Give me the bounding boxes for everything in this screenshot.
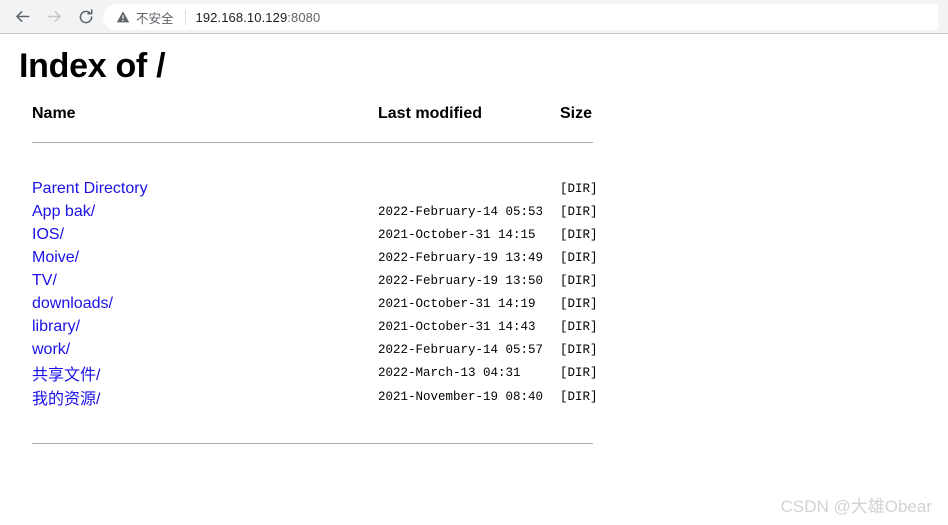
security-status-label: 不安全	[136, 8, 174, 27]
cell-size: [DIR]	[560, 385, 593, 409]
cell-name: library/	[32, 315, 378, 338]
url-port: :8080	[287, 10, 320, 25]
reload-button[interactable]	[71, 2, 101, 32]
cell-size: [DIR]	[560, 269, 593, 292]
column-header-last-modified[interactable]: Last modified	[378, 105, 560, 131]
page-title: Index of /	[19, 47, 165, 86]
footer-spacer-cell	[32, 409, 593, 432]
directory-listing: Name Last modified Size Parent Directory…	[32, 105, 593, 455]
cell-last-modified: 2022-February-14 05:57	[378, 338, 560, 361]
column-header-size[interactable]: Size	[560, 105, 593, 131]
table-row: TV/2022-February-19 13:50[DIR]	[32, 269, 593, 292]
directory-link[interactable]: downloads/	[32, 295, 113, 312]
watermark: CSDN @大雄Obear	[781, 492, 932, 517]
cell-size: [DIR]	[560, 246, 593, 269]
cell-last-modified: 2021-October-31 14:43	[378, 315, 560, 338]
cell-size: [DIR]	[560, 177, 593, 200]
cell-last-modified: 2022-February-19 13:49	[378, 246, 560, 269]
arrow-left-icon	[13, 7, 32, 26]
back-button[interactable]	[7, 2, 37, 32]
cell-name: 我的资源/	[32, 385, 378, 409]
directory-listing-table: Name Last modified Size Parent Directory…	[32, 105, 593, 455]
cell-name: Moive/	[32, 246, 378, 269]
table-row: downloads/2021-October-31 14:19[DIR]	[32, 292, 593, 315]
cell-last-modified: 2021-November-19 08:40	[378, 385, 560, 409]
cell-size: [DIR]	[560, 361, 593, 385]
security-status-chip[interactable]: 不安全	[116, 8, 174, 27]
table-row: IOS/2021-October-31 14:15[DIR]	[32, 223, 593, 246]
cell-name: downloads/	[32, 292, 378, 315]
forward-button	[39, 2, 69, 32]
cell-last-modified	[378, 177, 560, 200]
table-row: work/2022-February-14 05:57[DIR]	[32, 338, 593, 361]
cell-name: Parent Directory	[32, 177, 378, 200]
reload-icon	[77, 8, 95, 26]
directory-link[interactable]: TV/	[32, 272, 57, 289]
table-row: library/2021-October-31 14:43[DIR]	[32, 315, 593, 338]
cell-last-modified: 2022-February-14 05:53	[378, 200, 560, 223]
directory-link[interactable]: work/	[32, 341, 70, 358]
directory-link[interactable]: IOS/	[32, 226, 64, 243]
arrow-right-icon	[45, 7, 64, 26]
directory-link[interactable]: Parent Directory	[32, 180, 148, 197]
footer-spacer-row	[32, 409, 593, 432]
directory-listing-body: Parent Directory[DIR]App bak/2022-Februa…	[32, 177, 593, 409]
warning-triangle-icon	[116, 10, 130, 24]
horizontal-rule-top	[32, 142, 593, 143]
cell-name: 共享文件/	[32, 361, 378, 385]
cell-size: [DIR]	[560, 338, 593, 361]
cell-size: [DIR]	[560, 223, 593, 246]
cell-last-modified: 2022-February-19 13:50	[378, 269, 560, 292]
header-rule-row	[32, 131, 593, 154]
cell-last-modified: 2021-October-31 14:19	[378, 292, 560, 315]
header-spacer-row	[32, 154, 593, 177]
directory-link[interactable]: App bak/	[32, 203, 95, 220]
cell-name: App bak/	[32, 200, 378, 223]
url-host: 192.168.10.129	[196, 10, 288, 25]
cell-name: work/	[32, 338, 378, 361]
table-header-row: Name Last modified Size	[32, 105, 593, 131]
cell-size: [DIR]	[560, 315, 593, 338]
cell-last-modified: 2021-October-31 14:15	[378, 223, 560, 246]
cell-size: [DIR]	[560, 292, 593, 315]
directory-link[interactable]: library/	[32, 318, 80, 335]
header-rule-cell	[32, 131, 593, 154]
directory-link[interactable]: 我的资源/	[32, 391, 100, 408]
footer-rule-row	[32, 432, 593, 455]
cell-name: IOS/	[32, 223, 378, 246]
column-header-name[interactable]: Name	[32, 105, 378, 131]
table-row: 共享文件/2022-March-13 04:31[DIR]	[32, 361, 593, 385]
cell-size: [DIR]	[560, 200, 593, 223]
table-row: 我的资源/2021-November-19 08:40[DIR]	[32, 385, 593, 409]
cell-last-modified: 2022-March-13 04:31	[378, 361, 560, 385]
directory-link[interactable]: 共享文件/	[32, 367, 100, 384]
directory-link[interactable]: Moive/	[32, 249, 79, 266]
header-spacer-cell	[32, 154, 593, 177]
omnibox-divider	[185, 10, 186, 25]
browser-toolbar: 不安全 192.168.10.129:8080	[0, 0, 948, 34]
horizontal-rule-bottom	[32, 443, 593, 444]
footer-rule-cell	[32, 432, 593, 455]
page-content: Index of / Name Last modified Size	[0, 35, 948, 525]
table-row: Parent Directory [DIR]	[32, 177, 593, 200]
table-row: Moive/2022-February-19 13:49[DIR]	[32, 246, 593, 269]
table-row: App bak/2022-February-14 05:53[DIR]	[32, 200, 593, 223]
address-bar[interactable]: 不安全 192.168.10.129:8080	[103, 4, 938, 30]
url-text: 192.168.10.129:8080	[196, 10, 321, 25]
cell-name: TV/	[32, 269, 378, 292]
